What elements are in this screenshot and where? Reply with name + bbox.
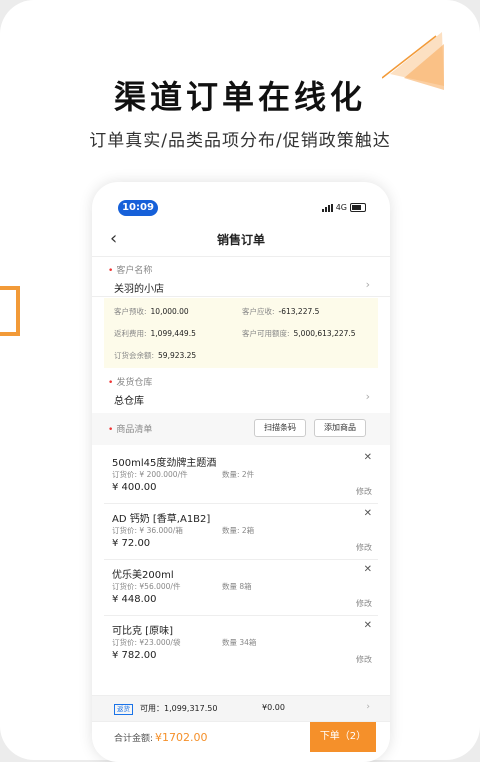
item-quantity: 数量 34箱 [222,638,257,647]
item-price: 订货价: ¥23.000/袋 [112,638,181,647]
status-icons: 4G [321,203,366,212]
rebate-amount: ¥0.00 [262,703,285,712]
item-name: 可比克 [原味] [112,626,173,637]
status-time: 10:09 [118,200,158,216]
warehouse-label: • 发货仓库 [108,378,153,388]
divider [92,296,390,297]
item-total: ¥ 72.00 [112,538,151,549]
rebate-available: 可用：1,099,317.50 [140,704,218,713]
edit-button[interactable]: 修改 [356,598,372,609]
checkout-bar: 合计金额: ¥1702.00 下单（2） [92,721,390,752]
customer-value[interactable]: 关羽的小店 [114,280,164,295]
item-price: 订货价: ¥ 36.000/箱 [112,526,183,535]
balance-info: 订货会余额: 59,923.25 [114,351,197,360]
close-icon[interactable]: ✕ [364,452,372,463]
decorative-bracket-left [0,286,20,336]
add-product-button[interactable]: 添加商品 [314,419,366,437]
edit-button[interactable]: 修改 [356,542,372,553]
list-item: AD 钙奶 [香草,A1B2] 订货价: ¥ 36.000/箱 数量: 2箱 ¥… [104,504,378,559]
prepaid-info: 客户预收: 10,000.00 [114,307,189,316]
hero-title: 渠道订单在线化 [113,78,366,116]
item-name: 500ml45度劲牌主题酒 [112,458,217,469]
list-item: 可比克 [原味] 订货价: ¥23.000/袋 数量 34箱 ¥ 782.00 … [104,616,378,671]
list-item: 500ml45度劲牌主题酒 订货价: ¥ 200.000/件 数量: 2件 ¥ … [104,448,378,503]
goods-header: • 商品清单 扫描条码 添加商品 [92,413,390,445]
item-price: 订货价: ¥ 200.000/件 [112,470,188,479]
status-bar: 10:09 4G [92,182,390,222]
chevron-right-icon[interactable]: › [366,702,370,712]
warehouse-value[interactable]: 总仓库 [114,392,144,407]
total-amount: 合计金额: ¥1702.00 [114,731,208,744]
scan-barcode-button[interactable]: 扫描条码 [254,419,306,437]
phone-mockup: 10:09 4G ‹ 销售订单 • 客户名称 关羽的小店 › 客户预收: 10,00… [92,182,390,762]
hero-subtitle: 订单真实/品类品项分布/促销政策触达 [89,131,391,151]
network-label: 4G [335,203,347,212]
rebate-badge: 返货 [114,704,133,715]
customer-label: • 客户名称 [108,266,153,276]
item-quantity: 数量: 2件 [222,470,255,479]
page-title: 销售订单 [216,233,265,247]
item-name: 优乐美200ml [112,570,174,581]
item-total: ¥ 400.00 [112,482,157,493]
item-total: ¥ 782.00 [112,650,157,661]
credit-info: 客户可用额度: 5,000,613,227.5 [242,329,356,338]
receivable-info: 客户应收: -613,227.5 [242,307,320,316]
item-price: 订货价: ¥56.000/件 [112,582,181,591]
nav-bar: ‹ 销售订单 [92,222,390,257]
close-icon[interactable]: ✕ [364,508,372,519]
signal-icon [321,203,333,212]
rebate-bar[interactable]: 返货 可用：1,099,317.50 ¥0.00 › [92,695,390,722]
goods-label: • 商品清单 [108,425,153,435]
place-order-button[interactable]: 下单（2） [310,722,376,752]
rebate-info: 返利费用: 1,099,449.5 [114,329,196,338]
close-icon[interactable]: ✕ [364,620,372,631]
chevron-right-icon[interactable]: › [366,390,370,403]
item-name: AD 钙奶 [香草,A1B2] [112,514,211,525]
list-item: 优乐美200ml 订货价: ¥56.000/件 数量 8箱 ¥ 448.00 ✕… [104,560,378,615]
item-total: ¥ 448.00 [112,594,157,605]
item-quantity: 数量: 2箱 [222,526,255,535]
battery-icon [350,203,366,212]
chevron-right-icon[interactable]: › [366,278,370,291]
edit-button[interactable]: 修改 [356,486,372,497]
item-quantity: 数量 8箱 [222,582,252,591]
close-icon[interactable]: ✕ [364,564,372,575]
customer-info-box: 客户预收: 10,000.00 客户应收: -613,227.5 返利费用: 1,09… [104,298,378,368]
edit-button[interactable]: 修改 [356,654,372,665]
